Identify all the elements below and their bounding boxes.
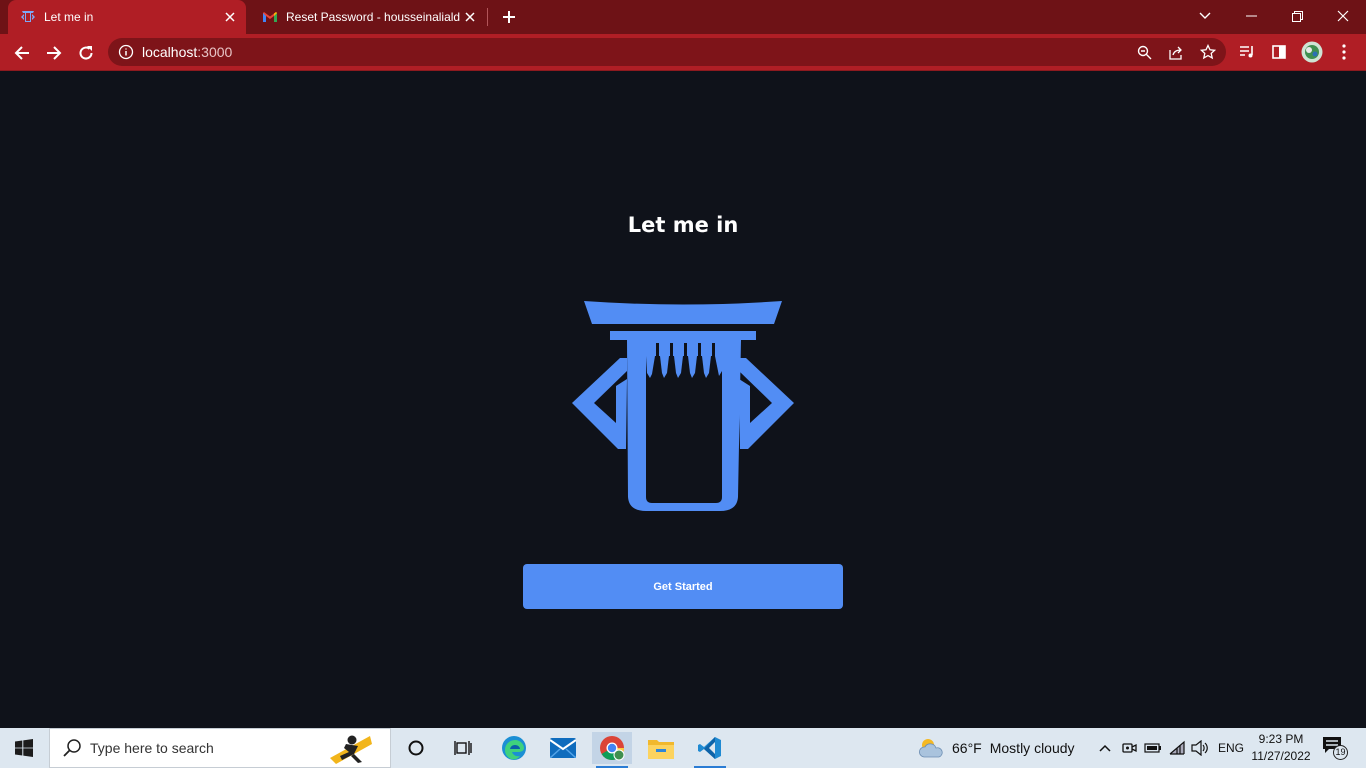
browser-tab-strip: Let me in Reset Password - housseinalial… xyxy=(0,0,1366,34)
gmail-icon xyxy=(262,9,278,25)
input-language[interactable]: ENG xyxy=(1218,728,1244,768)
search-placeholder: Type here to search xyxy=(90,740,214,756)
minimize-icon[interactable] xyxy=(1228,0,1274,32)
notification-count-badge: 19 xyxy=(1333,745,1348,760)
url-text: localhost:3000 xyxy=(142,44,233,60)
file-explorer-icon[interactable] xyxy=(641,732,681,764)
vscode-icon[interactable] xyxy=(690,732,730,768)
weather-temperature: 66°F xyxy=(952,740,982,756)
partly-cloudy-icon xyxy=(919,739,943,758)
site-favicon-icon xyxy=(20,9,36,25)
new-tab-icon[interactable] xyxy=(498,6,520,28)
mail-icon[interactable] xyxy=(543,732,583,764)
chrome-icon[interactable] xyxy=(592,732,632,768)
clock-date: 11/27/2022 xyxy=(1251,749,1311,763)
search-icon xyxy=(63,739,81,757)
clock-time: 9:23 PM xyxy=(1258,732,1304,746)
system-clock[interactable]: 9:23 PM 11/27/2022 xyxy=(1246,731,1316,765)
get-started-button[interactable]: Get Started xyxy=(523,564,843,609)
site-info-icon[interactable] xyxy=(118,44,134,60)
close-tab-icon[interactable] xyxy=(460,7,480,27)
close-window-icon[interactable] xyxy=(1320,0,1366,32)
meet-now-icon[interactable] xyxy=(1119,738,1139,758)
zoom-icon[interactable] xyxy=(1134,42,1154,62)
address-bar[interactable]: localhost:3000 xyxy=(108,38,1226,66)
weather-widget[interactable]: 66°F Mostly cloudy xyxy=(918,728,1075,768)
notification-center-icon[interactable]: 19 xyxy=(1322,736,1348,760)
task-view-icon[interactable] xyxy=(443,732,483,764)
reload-icon[interactable] xyxy=(72,39,100,67)
share-icon[interactable] xyxy=(1166,42,1186,62)
cortana-icon[interactable] xyxy=(396,732,436,764)
windows-start-icon[interactable] xyxy=(0,728,48,768)
page-content: Let me in Get Started xyxy=(0,71,1366,728)
bookmark-star-icon[interactable] xyxy=(1198,42,1218,62)
browser-toolbar: localhost:3000 xyxy=(0,34,1366,71)
taskbar-search-box[interactable]: Type here to search xyxy=(49,728,391,768)
back-arrow-icon[interactable] xyxy=(8,39,36,67)
close-tab-icon[interactable] xyxy=(220,7,240,27)
forward-arrow-icon[interactable] xyxy=(40,39,68,67)
tab-search-icon[interactable] xyxy=(1182,0,1228,32)
tab-reset-password[interactable]: Reset Password - housseinalialdr xyxy=(250,0,486,34)
windows-taskbar: Type here to search 66°F Mostly cloudy E… xyxy=(0,728,1366,768)
page-title: Let me in xyxy=(627,213,739,237)
search-highlight-illustration-icon xyxy=(330,735,372,764)
wifi-icon[interactable] xyxy=(1167,738,1187,758)
browser-menu-icon[interactable] xyxy=(1334,42,1354,62)
gate-logo xyxy=(572,301,794,511)
tab-title: Let me in xyxy=(44,10,94,24)
restore-icon[interactable] xyxy=(1274,0,1320,32)
tab-title: Reset Password - housseinalialdr xyxy=(286,10,460,24)
profile-avatar[interactable] xyxy=(1300,40,1324,64)
tab-divider xyxy=(487,8,488,26)
show-hidden-icons-chevron-icon[interactable] xyxy=(1095,738,1115,758)
volume-icon[interactable] xyxy=(1190,738,1210,758)
media-control-icon[interactable] xyxy=(1237,42,1257,62)
weather-condition: Mostly cloudy xyxy=(989,740,1075,756)
edge-browser-icon[interactable] xyxy=(494,732,534,764)
battery-icon[interactable] xyxy=(1143,738,1163,758)
side-panel-icon[interactable] xyxy=(1269,42,1289,62)
tab-let-me-in[interactable]: Let me in xyxy=(8,0,246,34)
